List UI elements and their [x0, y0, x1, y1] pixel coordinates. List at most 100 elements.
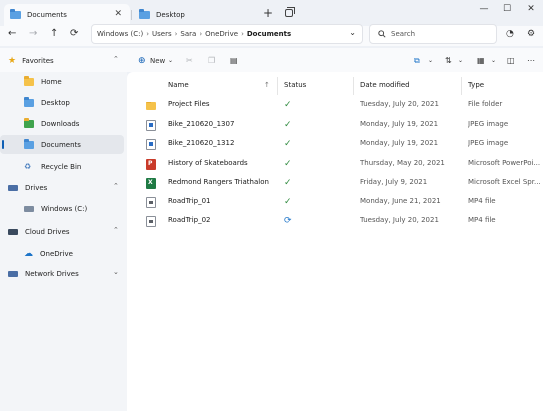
new-plus-icon: ⊕ — [138, 56, 146, 66]
share-icon[interactable]: ⧉ — [414, 56, 420, 66]
file-name: RoadTrip_02 — [168, 216, 211, 224]
copy-icon[interactable]: ❐ — [208, 56, 215, 65]
column-header-status[interactable]: Status — [284, 81, 306, 89]
file-row-redmond-rangers[interactable]: X Redmond Rangers Triathalon ✓ Friday, J… — [127, 174, 543, 192]
sidebar-section-label: Network Drives — [25, 269, 79, 278]
chevron-down-icon[interactable]: ⌄ — [458, 57, 463, 64]
column-header-name[interactable]: Name — [168, 81, 189, 89]
sidebar-item-recycle-bin[interactable]: ♻ Recycle Bin — [0, 157, 124, 176]
file-type: Microsoft PowerPoi... — [468, 159, 540, 167]
sidebar-item-onedrive[interactable]: ☁ OneDrive — [0, 244, 124, 263]
chevron-up-icon[interactable]: ⌃ — [113, 182, 119, 190]
close-tab-icon[interactable]: ✕ — [114, 9, 122, 19]
chevron-down-icon[interactable]: ⌄ — [113, 268, 119, 276]
video-file-icon — [146, 216, 156, 227]
drive-icon — [8, 184, 18, 191]
chevron-right-icon: › — [199, 30, 203, 38]
sidebar-item-label: OneDrive — [40, 249, 73, 258]
sidebar-item-label: Recycle Bin — [41, 162, 82, 171]
folder-icon — [139, 9, 150, 19]
forward-button[interactable]: → — [29, 28, 37, 39]
home-folder-icon — [24, 75, 34, 86]
file-date: Monday, June 21, 2021 — [360, 197, 441, 205]
sort-arrow-icon[interactable]: ↑ — [264, 81, 270, 89]
sidebar-item-desktop[interactable]: Desktop — [0, 93, 124, 112]
paste-icon[interactable]: ▤ — [230, 56, 238, 65]
chevron-up-icon[interactable]: ⌃ — [113, 55, 119, 63]
sidebar-item-documents[interactable]: Documents — [0, 135, 124, 154]
chevron-up-icon[interactable]: ⌃ — [113, 226, 119, 234]
file-row-roadtrip-02[interactable]: RoadTrip_02 ⟳ Tuesday, July 20, 2021 MP4… — [127, 212, 543, 230]
file-list-pane: Name ↑ Status Date modified Type Project… — [127, 72, 543, 411]
file-row-history-of-skateboards[interactable]: P History of Skateboards ✓ Thursday, May… — [127, 155, 543, 173]
cut-icon[interactable]: ✂ — [186, 56, 193, 65]
file-name: RoadTrip_01 — [168, 197, 211, 205]
breadcrumb-onedrive[interactable]: OneDrive — [205, 30, 238, 38]
tab-divider — [131, 10, 132, 20]
sidebar-item-label: Windows (C:) — [41, 204, 88, 213]
search-input[interactable] — [391, 30, 491, 38]
back-button[interactable]: ← — [8, 28, 16, 39]
new-tab-button[interactable]: + — [263, 6, 273, 20]
column-header-date-modified[interactable]: Date modified — [360, 81, 410, 89]
chevron-right-icon: › — [241, 30, 244, 38]
file-type: JPEG image — [468, 120, 509, 128]
tab-desktop[interactable]: Desktop — [133, 4, 251, 26]
column-divider[interactable] — [277, 77, 278, 95]
file-row-bike-1312[interactable]: Bike_210620_1312 ✓ Monday, July 19, 2021… — [127, 135, 543, 153]
chevron-right-icon: › — [146, 30, 149, 38]
tab-documents[interactable]: Documents ✕ — [4, 4, 130, 26]
cloud-icon — [8, 228, 18, 235]
synced-check-icon: ✓ — [284, 178, 292, 188]
file-row-roadtrip-01[interactable]: RoadTrip_01 ✓ Monday, June 21, 2021 MP4 … — [127, 193, 543, 211]
file-row-bike-1307[interactable]: Bike_210620_1307 ✓ Monday, July 19, 2021… — [127, 116, 543, 134]
details-pane-icon[interactable]: ◫ — [507, 56, 515, 65]
folder-icon — [10, 9, 21, 19]
chevron-down-icon[interactable]: ⌄ — [428, 57, 433, 64]
sidebar-section-drives[interactable]: Drives ⌃ — [0, 178, 124, 197]
up-button[interactable]: ↑ — [50, 28, 58, 39]
sidebar-section-label: Drives — [25, 183, 48, 192]
search-box[interactable] — [369, 24, 497, 44]
breadcrumb-sara[interactable]: Sara — [180, 30, 196, 38]
synced-check-icon: ✓ — [284, 159, 292, 169]
synced-check-icon: ✓ — [284, 100, 292, 110]
file-row-project-files[interactable]: Project Files ✓ Tuesday, July 20, 2021 F… — [127, 96, 543, 114]
breadcrumb-documents[interactable]: Documents — [247, 30, 291, 38]
tab-list-icon[interactable] — [285, 7, 295, 17]
tab-label: Desktop — [156, 11, 185, 19]
settings-icon[interactable]: ⚙ — [527, 29, 535, 39]
breadcrumb-users[interactable]: Users — [152, 30, 172, 38]
sort-icon[interactable]: ⇅ — [445, 56, 452, 65]
maximize-button[interactable]: ☐ — [500, 4, 514, 14]
documents-folder-icon — [24, 138, 34, 149]
column-header-type[interactable]: Type — [468, 81, 484, 89]
more-options-icon[interactable]: ⋯ — [527, 56, 535, 65]
breadcrumb-windows-c[interactable]: Windows (C:) — [97, 30, 143, 38]
sidebar-item-windows-c[interactable]: Windows (C:) — [0, 199, 124, 218]
chevron-down-icon[interactable]: ⌄ — [491, 57, 496, 64]
minimize-button[interactable]: — — [477, 4, 491, 14]
file-type: JPEG image — [468, 139, 509, 147]
new-button[interactable]: New — [150, 57, 165, 65]
refresh-button[interactable]: ⟳ — [70, 28, 78, 39]
sidebar-section-cloud-drives[interactable]: Cloud Drives ⌃ — [0, 222, 124, 241]
column-divider[interactable] — [353, 77, 354, 95]
sidebar-item-home[interactable]: Home — [0, 72, 124, 91]
chevron-down-icon[interactable]: ⌄ — [349, 28, 356, 37]
column-divider[interactable] — [461, 77, 462, 95]
sidebar-section-favorites[interactable]: ★ Favorites ⌃ — [0, 51, 124, 70]
file-name: Project Files — [168, 100, 210, 108]
address-bar[interactable]: Windows (C:) › Users › Sara › OneDrive ›… — [91, 24, 363, 44]
file-date: Monday, July 19, 2021 — [360, 120, 439, 128]
downloads-folder-icon — [24, 117, 34, 128]
recycle-bin-icon: ♻ — [24, 162, 32, 171]
sidebar-item-label: Documents — [41, 140, 81, 149]
close-window-button[interactable]: ✕ — [524, 4, 538, 14]
onedrive-cloud-icon: ☁ — [24, 248, 33, 259]
view-icon[interactable]: ▦ — [477, 56, 485, 65]
chevron-down-icon[interactable]: ⌄ — [168, 57, 173, 64]
sync-status-icon[interactable]: ◔ — [506, 29, 514, 39]
sidebar-section-network-drives[interactable]: Network Drives ⌄ — [0, 264, 124, 283]
sidebar-item-downloads[interactable]: Downloads — [0, 114, 124, 133]
